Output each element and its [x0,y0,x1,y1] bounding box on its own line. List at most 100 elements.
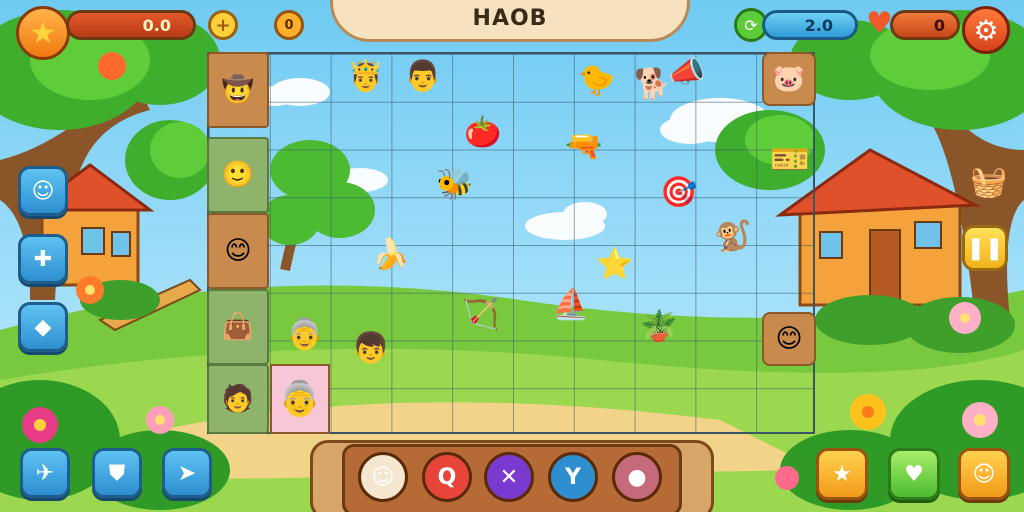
ghost-face-icon: ☺ [371,464,395,490]
left-tile-sack[interactable]: 👜 [207,289,269,365]
granny-face-icon: 👵 [278,379,322,419]
star-icon: ★ [29,15,57,51]
star-icon: ★ [832,461,852,487]
left-tile-cowboy-face[interactable]: 🤠 [207,52,269,128]
star-score-bar: 0.0 [66,10,196,40]
sack-icon: 👜 [221,312,255,342]
plant-pot-icon: 🪴 [640,309,678,344]
pause-button[interactable]: ❚❚ [962,225,1008,271]
smiley-coin-icon: 😊 [775,324,803,354]
grid-item-granny-face[interactable]: 👵 [286,320,323,350]
grid-item-hat-man-face[interactable]: 👨 [404,62,441,92]
star-score-value: 0.0 [142,16,171,35]
grid-item-bee[interactable]: 🐝 [436,170,473,200]
cannon-icon: 🎯 [660,175,698,210]
refresh-icon: ⟳ [744,15,758,35]
cowboy-face-icon: 🤠 [221,75,255,105]
starfish-icon: ⭐ [596,247,634,282]
granny-face-icon: 👵 [286,317,324,352]
bottom-left-button-cursor[interactable]: ➤ [162,448,212,498]
game-scene: HAOB ★ 0.0 + 0 ⟳ 2.0 ♥ 0 ⚙ 🤠 🙂 😊 👜 🧑 👵 🐷 😊 🤴 👨… [0,0,1024,512]
left-button-puzzle[interactable]: ✚ [18,234,68,284]
left-tile-hat-face[interactable]: 😊 [207,213,269,289]
hat-face-icon: 😊 [224,236,252,266]
bag-icon: 🧺 [970,165,1008,200]
sail-icon: ⛵ [552,287,590,322]
grid-item-plant-pot[interactable]: 🪴 [640,312,677,342]
grid-item-water-gun[interactable]: 🔫 [565,132,602,162]
settings-button[interactable]: ⚙ [962,6,1010,54]
gear-icon: ⚙ [973,13,999,47]
cursor-icon: ➤ [177,460,197,486]
puzzle-icon: ✚ [33,246,53,272]
grid-item-cannon[interactable]: 🎯 [660,178,697,208]
gem-value: 2.0 [804,16,833,35]
heart-icon: ♥ [866,6,893,41]
water-gun-icon: 🔫 [565,129,603,164]
little-man-icon: 👦 [352,331,390,366]
left-tile-smiley-face[interactable]: 🙂 [207,137,269,213]
star-button[interactable]: ★ [16,6,70,60]
grid-item-duck[interactable]: 🐤 [578,66,615,96]
grid-item-sail[interactable]: ⛵ [552,290,589,320]
wrench-icon: Y [565,464,581,490]
tray-item-ghost-face[interactable]: ☺ [358,452,408,502]
add-coins-button[interactable]: + [208,10,238,40]
left-button-face[interactable]: ☺ [18,166,68,216]
title-plaque: HAOB [330,0,690,42]
bird-icon: ✈ [35,460,55,486]
hat-man-face-icon: 👨 [404,59,442,94]
bottom-right-button-face[interactable]: ☺ [958,448,1010,500]
duck-icon: 🐤 [578,63,616,98]
grid-item-little-man[interactable]: 👦 [352,334,389,364]
grid-item-banana-creature[interactable]: 🍌 [372,240,409,270]
bottom-left-button-shirt[interactable]: ⛊ [92,448,142,498]
grid-item-monkey[interactable]: 🐒 [714,222,751,252]
egg-icon: ● [627,464,647,490]
bottom-right-button-heart[interactable]: ♥ [888,448,940,500]
left-tile-explorer-face[interactable]: 🧑 [207,364,269,434]
tray-item-target-q[interactable]: Q [422,452,472,502]
tomato-icon: 🍅 [464,115,502,150]
shirt-icon: ⛊ [108,460,126,486]
gem-bar: 2.0 [762,10,858,40]
target-q-icon: Q [437,464,457,490]
pig-face-icon: 🐷 [772,64,806,94]
grid-item-crowned-face[interactable]: 🤴 [347,62,384,92]
right-tile-smiley-coin[interactable]: 😊 [762,312,816,366]
bee-icon: 🐝 [436,167,474,202]
smiley-face-icon: 🙂 [221,160,255,190]
heart-icon: ♥ [904,461,924,487]
catapult-icon: 🏹 [462,297,500,332]
tray-item-egg[interactable]: ● [612,452,662,502]
face-icon: ☺ [31,178,55,204]
tray-item-wrench[interactable]: Y [548,452,598,502]
grid-item-starfish[interactable]: ⭐ [596,250,633,280]
tray-item-cross[interactable]: ✕ [484,452,534,502]
grid-item-megaphone[interactable]: 📣 [668,58,705,88]
grid-item-tomato[interactable]: 🍅 [464,118,501,148]
lives-value: 0 [933,16,945,35]
pause-icon: ❚❚ [966,235,1004,261]
coin-value: 0 [284,17,294,33]
banana-creature-icon: 🍌 [372,237,410,272]
face-icon: ☺ [972,461,996,487]
grid-item-dog[interactable]: 🐕 [634,70,671,100]
right-tile-pig-face[interactable]: 🐷 [762,52,816,106]
left-button-candy[interactable]: ◆ [18,302,68,352]
game-title: HAOB [472,6,548,31]
explorer-face-icon: 🧑 [221,384,255,414]
granny-portrait-tile[interactable]: 👵 [270,364,330,434]
plus-icon: + [215,14,231,36]
coin-counter: 0 [274,10,304,40]
ticket-icon: 🎫 [770,140,810,178]
dog-icon: 🐕 [634,67,672,102]
candy-icon: ◆ [34,314,52,340]
crowned-face-icon: 🤴 [347,59,385,94]
grid-item-catapult[interactable]: 🏹 [462,300,499,330]
monkey-icon: 🐒 [714,219,752,254]
megaphone-icon: 📣 [668,55,706,90]
bottom-left-button-bird[interactable]: ✈ [20,448,70,498]
bottom-right-button-star[interactable]: ★ [816,448,868,500]
cross-icon: ✕ [499,464,519,490]
